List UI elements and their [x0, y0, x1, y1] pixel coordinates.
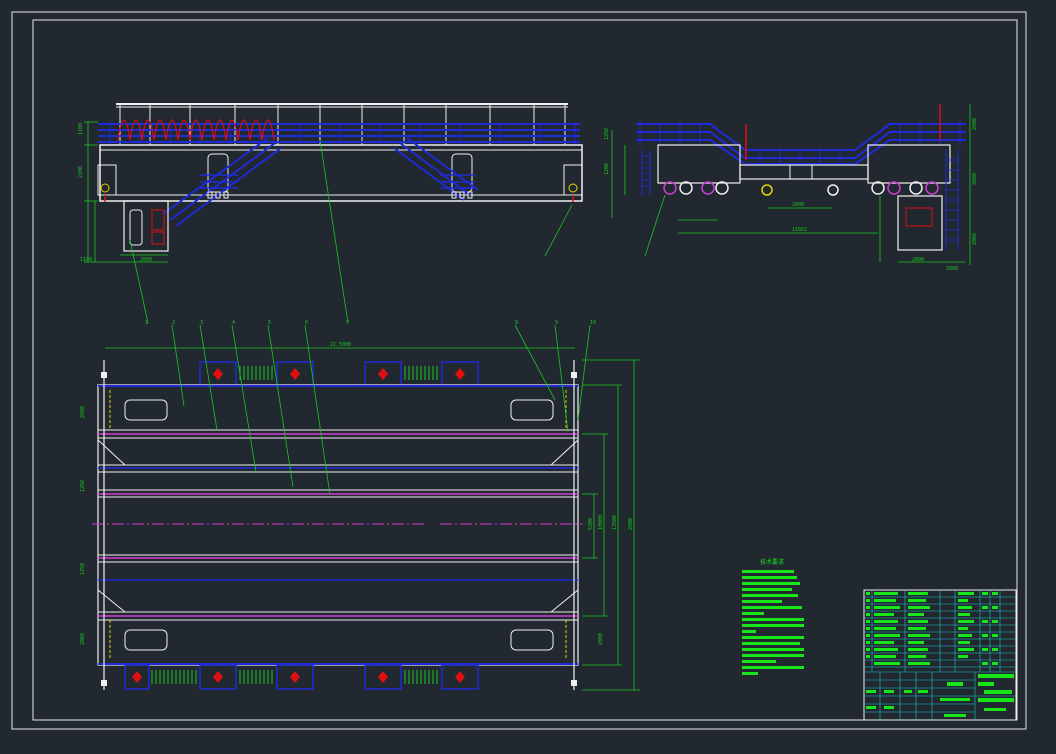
- front-elevation-view: 1100 2100 1100 2000: [78, 103, 583, 324]
- dim-plan-h6: 2000: [628, 518, 634, 530]
- dim-gauge-side: 2000: [792, 202, 804, 208]
- leader-8: 8: [515, 320, 518, 326]
- leader-4: 4: [232, 320, 235, 326]
- outer-border: [11, 11, 1027, 730]
- dim-left-v1: 1100: [78, 123, 84, 135]
- cad-drawing-canvas: 1100 2100 1100 2000 1250 1200 2000 11022…: [11, 11, 1027, 730]
- dim-plan-h1: 2000: [80, 406, 86, 418]
- dim-right-v2: 2000: [972, 173, 978, 185]
- plan-view: 22.5000 5300 10000 13500 2000 2000 2000 …: [80, 320, 640, 691]
- dim-plan-h4: 10000: [598, 515, 604, 530]
- leader-3: 3: [200, 320, 203, 326]
- dim-left-v2: 2100: [78, 166, 84, 178]
- dim-span-top: 22.5000: [330, 342, 351, 348]
- leader-9: 9: [555, 320, 558, 326]
- leader-1: 1: [145, 320, 148, 326]
- dim-plan-h1b: 2000: [80, 633, 86, 645]
- dim-plan-extra: 2000: [598, 633, 604, 645]
- leader-7: 7: [346, 320, 349, 326]
- dim-side-small1: 1250: [604, 128, 610, 140]
- leader-6: 6: [305, 320, 308, 326]
- leader-2: 2: [172, 320, 175, 326]
- dim-left-v3: 1100: [80, 257, 92, 263]
- leader-10: 10: [590, 320, 596, 326]
- dim-side-bottom1: 2000: [912, 257, 924, 263]
- dim-side-small2: 1200: [604, 163, 610, 175]
- technical-requirements-notes: 技术要求: [742, 558, 804, 675]
- dim-width-top: 2000: [140, 257, 152, 263]
- dim-right-v1: 2000: [972, 118, 978, 130]
- dim-plan-h2: 1250: [80, 480, 86, 492]
- dim-plan-h2b: 1250: [80, 563, 86, 575]
- dim-plan-h3: 5300: [588, 518, 594, 530]
- dim-plan-h5: 13500: [612, 515, 618, 530]
- notes-title: 技术要求: [760, 558, 784, 566]
- leader-5: 5: [268, 320, 271, 326]
- dim-right-v3: 2000: [972, 233, 978, 245]
- dim-side-bottom2: 2000: [946, 266, 958, 272]
- parts-list-title-block: [863, 589, 1017, 721]
- dim-wheelbase-side: 11022: [792, 227, 807, 233]
- side-end-view: 1250 1200 2000 11022 2000 2000 2000 2000…: [604, 104, 978, 272]
